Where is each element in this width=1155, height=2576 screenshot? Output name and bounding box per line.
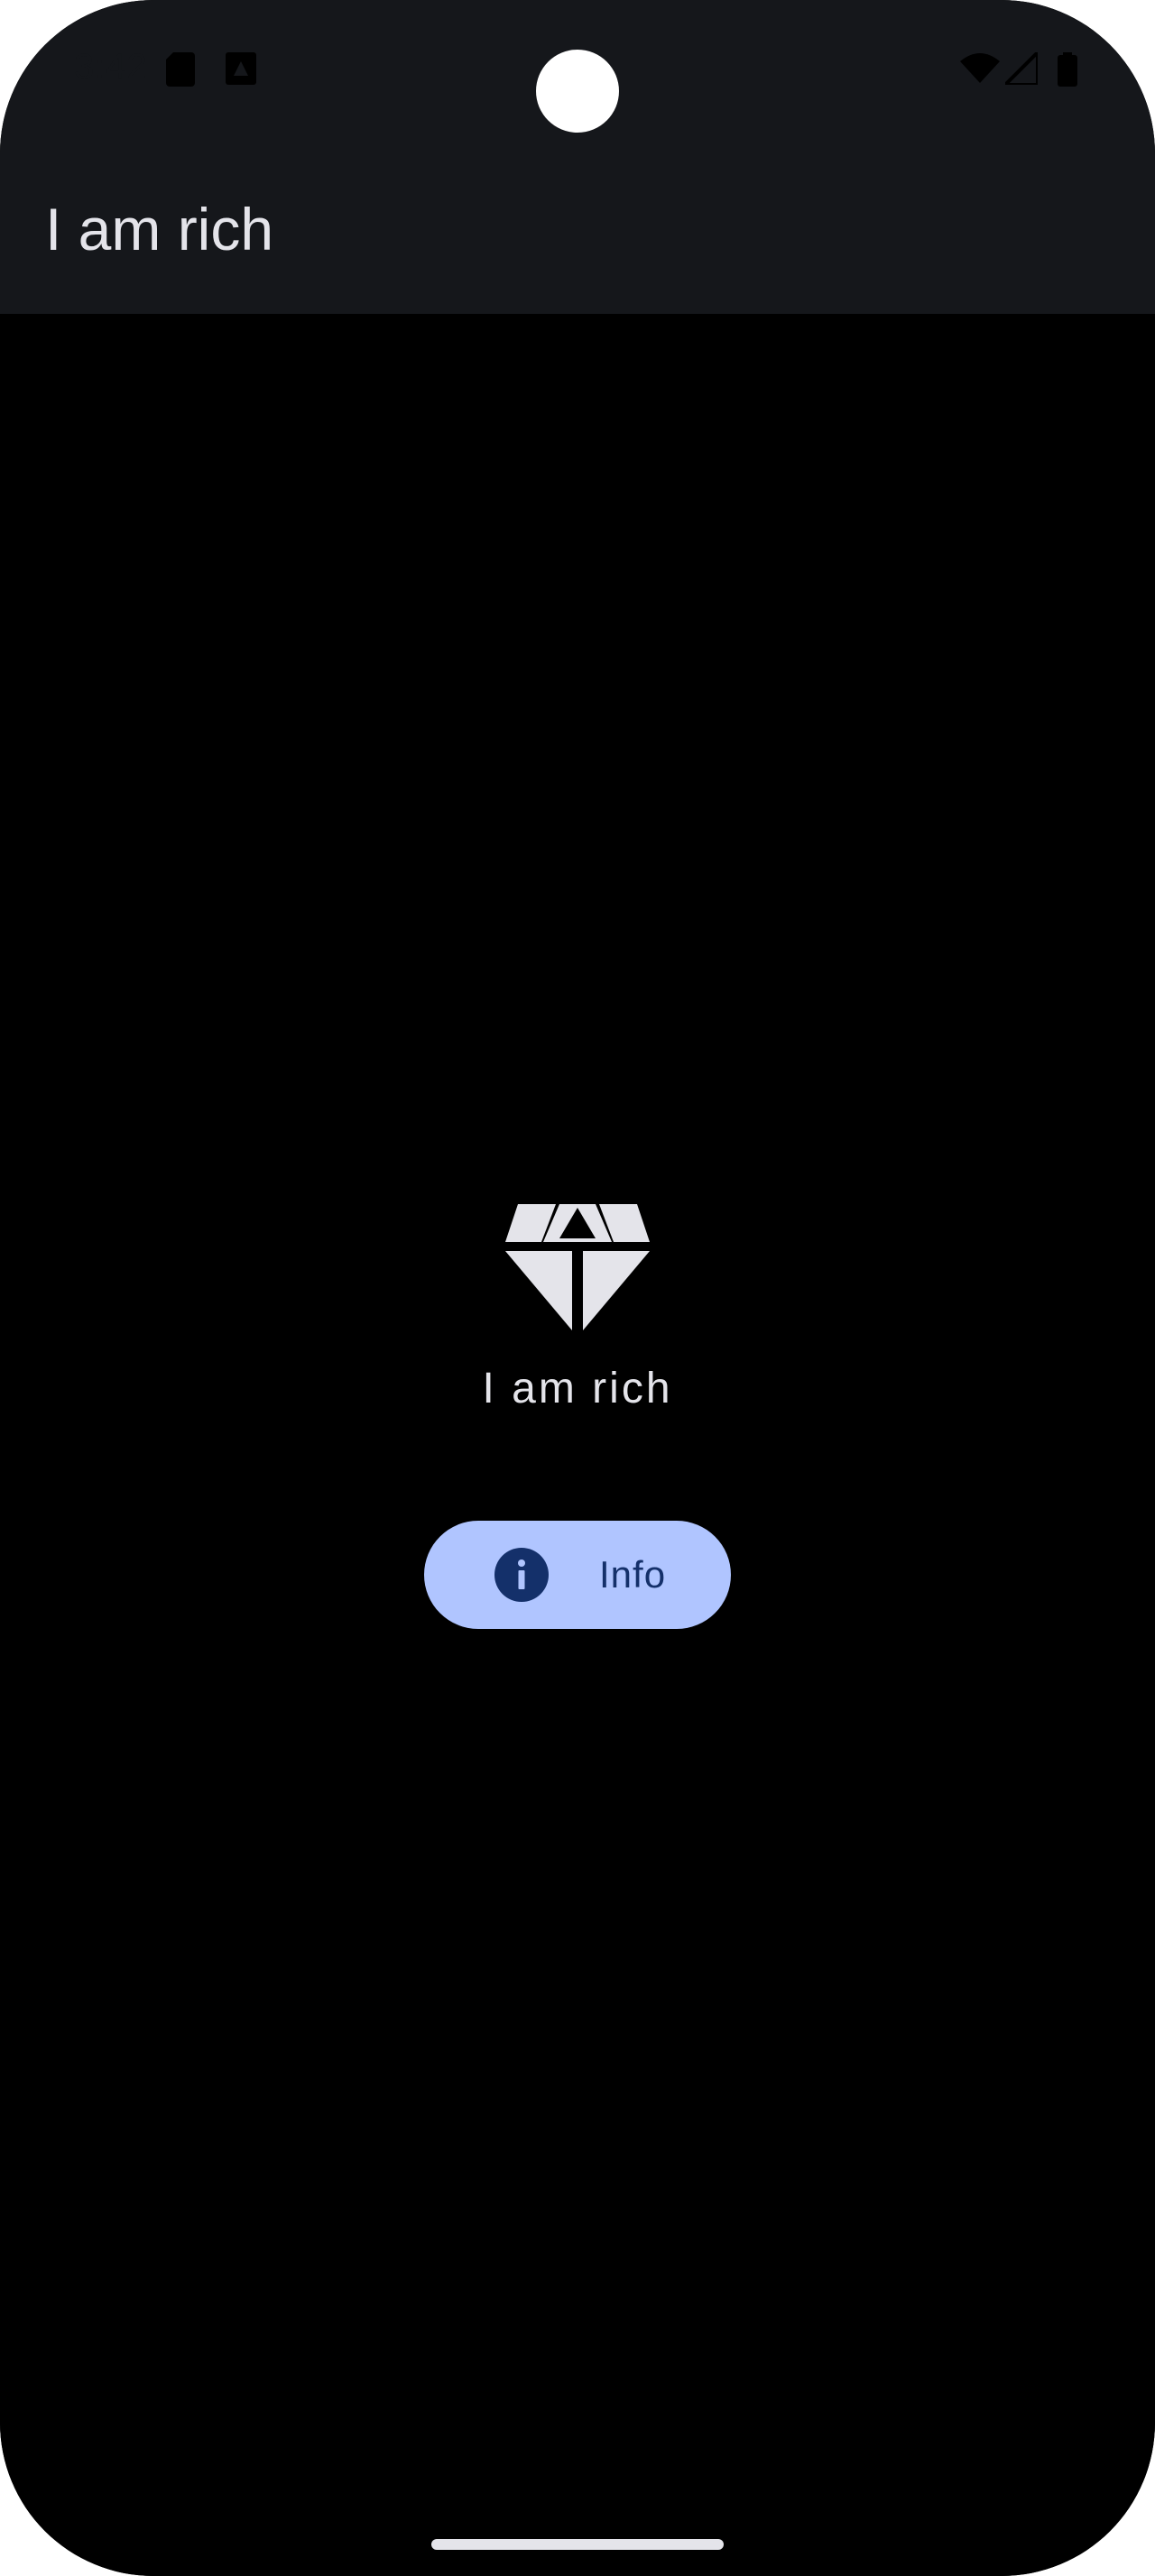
app-bar: I am rich	[0, 141, 1155, 314]
diamond-icon	[505, 1204, 650, 1330]
main-content	[0, 314, 1155, 2576]
phone-screen: 3:42 I am rich I am rich Info	[0, 0, 1155, 2576]
info-icon	[494, 1548, 549, 1602]
status-bar: 3:42	[0, 0, 1155, 141]
info-button-label: Info	[599, 1553, 667, 1596]
notification-icon	[226, 52, 256, 89]
battery-icon	[1058, 52, 1077, 91]
wifi-icon	[960, 52, 1000, 87]
sd-card-icon	[166, 52, 195, 91]
main-label: I am rich	[482, 1365, 673, 1412]
info-button[interactable]: Info	[424, 1521, 731, 1629]
status-time: 3:42	[74, 47, 148, 87]
signal-icon	[1001, 48, 1040, 89]
home-indicator[interactable]	[431, 2539, 724, 2550]
app-title: I am rich	[45, 196, 274, 262]
front-camera	[536, 50, 619, 133]
